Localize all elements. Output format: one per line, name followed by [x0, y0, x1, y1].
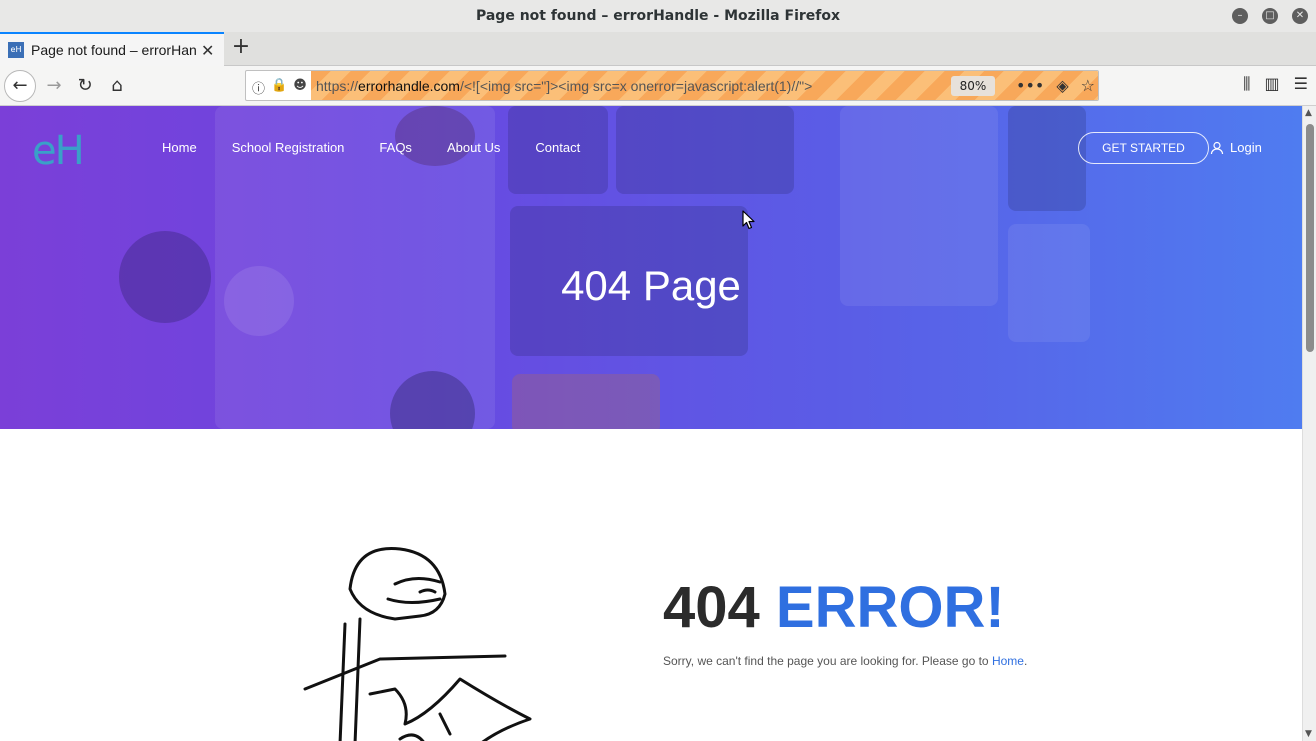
minimize-icon[interactable]: – [1232, 8, 1248, 24]
site-logo[interactable]: eH [32, 128, 85, 174]
site-nav: Home School Registration FAQs About Us C… [162, 140, 615, 155]
url-text[interactable]: https://errorhandle.com/<![<img src="]><… [316, 78, 812, 94]
favicon-icon: eH [8, 42, 24, 58]
window-titlebar: Page not found – errorHandle - Mozilla F… [0, 0, 1316, 32]
hero-bg-sticker-startup [512, 374, 660, 429]
site-identity[interactable]: ⓘ 🔒 ☻ [252, 78, 307, 97]
scroll-thumb[interactable] [1306, 124, 1314, 352]
scroll-down-icon[interactable]: ▼ [1305, 729, 1312, 739]
hero-banner: eH Home School Registration FAQs About U… [0, 106, 1302, 429]
nav-about-us[interactable]: About Us [447, 140, 500, 155]
error-message: Sorry, we can't find the page you are lo… [663, 654, 1027, 668]
home-link[interactable]: Home [992, 654, 1024, 668]
error-message-end: . [1023, 654, 1028, 668]
url-bar[interactable]: ⓘ 🔒 ☻ https://errorhandle.com/<![<img sr… [245, 70, 1099, 101]
tab-title: Page not found – errorHandle [31, 42, 197, 58]
mouse-cursor-icon [742, 210, 755, 230]
error-word: ERROR! [775, 575, 1005, 640]
tab-active[interactable]: eH Page not found – errorHandle ✕ [0, 32, 224, 66]
tab-strip: eH Page not found – errorHandle ✕ + [0, 32, 1316, 66]
reload-button[interactable]: ↻ [71, 72, 99, 100]
toolbar-right: ⫼ ▥ ☰ [1243, 74, 1308, 94]
page-scrollbar[interactable]: ▲ ▼ [1302, 106, 1316, 741]
nav-school-registration[interactable]: School Registration [232, 140, 345, 155]
login-link[interactable]: Login [1210, 140, 1262, 155]
nav-faqs[interactable]: FAQs [379, 140, 412, 155]
window-title: Page not found – errorHandle - Mozilla F… [475, 8, 841, 24]
login-label: Login [1230, 140, 1262, 155]
user-icon [1210, 141, 1224, 154]
nav-toolbar: ← → ↻ ⌂ ⓘ 🔒 ☻ https://errorhandle.com/<!… [0, 66, 1316, 106]
hero-title: 404 Page [561, 262, 741, 309]
maximize-icon[interactable]: □ [1262, 8, 1278, 24]
page-viewport: eH Home School Registration FAQs About U… [0, 106, 1302, 741]
url-scheme: https:// [316, 78, 359, 94]
scroll-up-icon[interactable]: ▲ [1305, 108, 1312, 118]
nav-home[interactable]: Home [162, 140, 197, 155]
robot-icon[interactable]: ☻ [293, 78, 307, 97]
url-path: /<![<img src="]><img src=x onerror=javas… [459, 78, 813, 94]
more-actions-icon[interactable]: ••• [1016, 76, 1044, 95]
error-message-text: Sorry, we can't find the page you are lo… [663, 654, 992, 668]
new-tab-button[interactable]: + [230, 36, 252, 60]
back-button[interactable]: ← [4, 70, 36, 102]
forward-button[interactable]: → [40, 72, 68, 100]
page-actions: ••• ◈ ☆ [1016, 76, 1095, 95]
meme-illustration [303, 547, 532, 741]
url-host: errorhandle.com [358, 78, 460, 94]
error-heading: 404 ERROR! [663, 574, 1005, 641]
error-code: 404 [663, 575, 760, 640]
sidebar-icon[interactable]: ▥ [1265, 74, 1280, 94]
zoom-level[interactable]: 80% [951, 76, 995, 96]
error-section: 404 ERROR! Sorry, we can't find the page… [0, 429, 1302, 741]
info-icon[interactable]: ⓘ [252, 78, 265, 97]
pocket-icon[interactable]: ◈ [1056, 76, 1068, 95]
get-started-button[interactable]: GET STARTED [1078, 132, 1209, 164]
close-tab-icon[interactable]: ✕ [201, 41, 214, 60]
nav-contact[interactable]: Contact [535, 140, 580, 155]
library-icon[interactable]: ⫼ [1243, 74, 1250, 94]
home-button[interactable]: ⌂ [103, 72, 131, 100]
menu-icon[interactable]: ☰ [1294, 74, 1308, 94]
close-window-icon[interactable]: ✕ [1292, 8, 1308, 24]
bookmark-star-icon[interactable]: ☆ [1081, 76, 1095, 95]
lock-icon[interactable]: 🔒 [271, 78, 287, 97]
window-controls: – □ ✕ [1232, 8, 1308, 24]
site-header: eH Home School Registration FAQs About U… [0, 106, 1302, 196]
